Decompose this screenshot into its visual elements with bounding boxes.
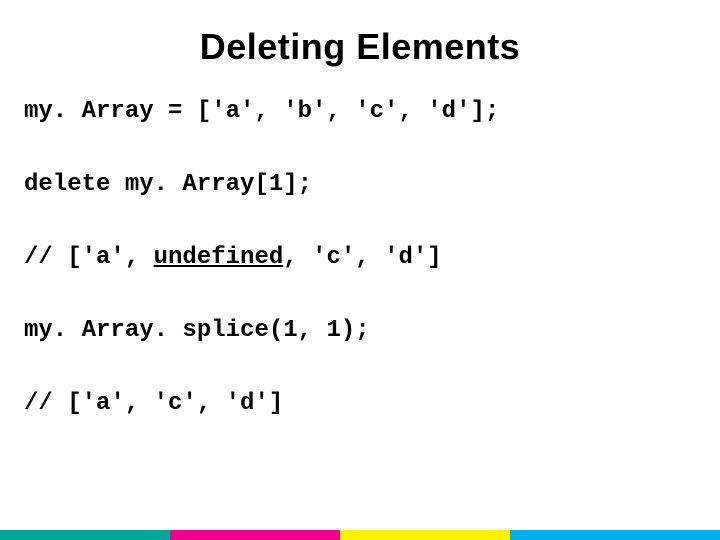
code-line-3-suffix: , 'c', 'd'] — [283, 244, 441, 271]
code-line-3-undefined: undefined — [154, 244, 284, 271]
code-line-4: my. Array. splice(1, 1); — [24, 317, 696, 344]
code-line-5: // ['a', 'c', 'd'] — [24, 390, 696, 417]
code-line-2: delete my. Array[1]; — [24, 171, 696, 198]
slide-title: Deleting Elements — [24, 26, 696, 68]
accent-segment-blue — [510, 530, 720, 540]
accent-segment-pink — [170, 530, 340, 540]
code-line-3: // ['a', undefined, 'c', 'd'] — [24, 244, 696, 271]
code-line-3-prefix: // ['a', — [24, 244, 154, 271]
slide: Deleting Elements my. Array = ['a', 'b',… — [0, 0, 720, 540]
accent-segment-teal — [0, 530, 170, 540]
bottom-accent-bar — [0, 530, 720, 540]
code-line-1: my. Array = ['a', 'b', 'c', 'd']; — [24, 98, 696, 125]
accent-segment-yellow — [340, 530, 510, 540]
